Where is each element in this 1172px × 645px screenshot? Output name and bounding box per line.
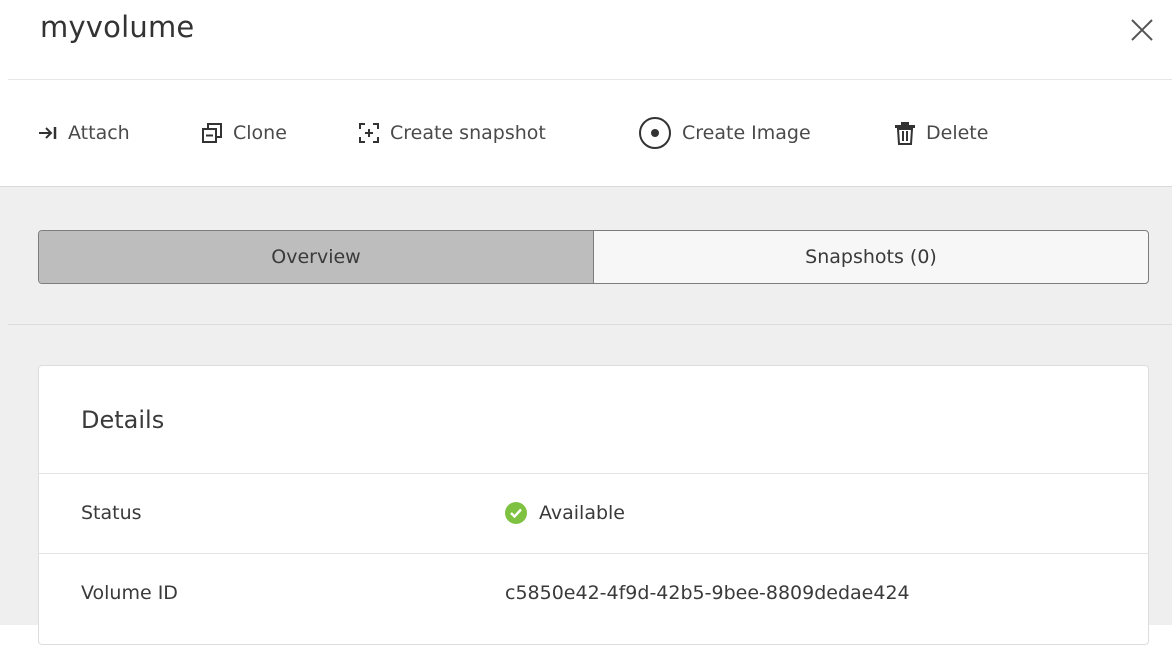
tabs-divider [8, 324, 1172, 325]
snapshot-icon [358, 122, 380, 144]
clone-button[interactable]: Clone [201, 118, 287, 148]
tab-snapshots[interactable]: Snapshots (0) [594, 231, 1148, 283]
trash-icon [894, 121, 916, 145]
detail-value: Available [505, 502, 625, 524]
volume-id-value: c5850e42-4f9d-42b5-9bee-8809dedae424 [505, 582, 910, 604]
details-heading: Details [81, 406, 165, 434]
detail-row-volume-id: Volume ID c5850e42-4f9d-42b5-9bee-8809de… [39, 553, 1148, 633]
check-circle-icon [505, 502, 527, 524]
disc-image-icon [638, 116, 672, 150]
delete-label: Delete [926, 122, 989, 144]
create-snapshot-button[interactable]: Create snapshot [358, 118, 546, 148]
create-image-button[interactable]: Create Image [638, 116, 811, 150]
attach-label: Attach [68, 122, 130, 144]
create-image-label: Create Image [682, 122, 811, 144]
close-button[interactable] [1126, 14, 1158, 46]
delete-button[interactable]: Delete [894, 118, 988, 148]
page-title: myvolume [40, 10, 195, 44]
detail-label: Volume ID [81, 582, 178, 604]
clone-label: Clone [233, 122, 287, 144]
create-snapshot-label: Create snapshot [390, 122, 546, 144]
tab-overview[interactable]: Overview [39, 231, 594, 283]
panel-header: myvolume [0, 0, 1172, 80]
action-toolbar: Attach Clone Create snapshot Create Imag… [0, 80, 1172, 186]
clone-icon [201, 122, 223, 144]
status-text: Available [539, 502, 626, 524]
detail-label: Status [81, 502, 142, 524]
attach-arrow-icon [38, 125, 58, 141]
attach-button[interactable]: Attach [38, 118, 130, 148]
detail-row-status: Status Available [39, 473, 1148, 553]
details-card: Details Status Available Volume ID c5850… [38, 365, 1149, 645]
tab-bar: Overview Snapshots (0) [38, 230, 1149, 284]
close-icon [1131, 19, 1153, 41]
detail-panel: Overview Snapshots (0) Details Status Av… [0, 186, 1172, 645]
